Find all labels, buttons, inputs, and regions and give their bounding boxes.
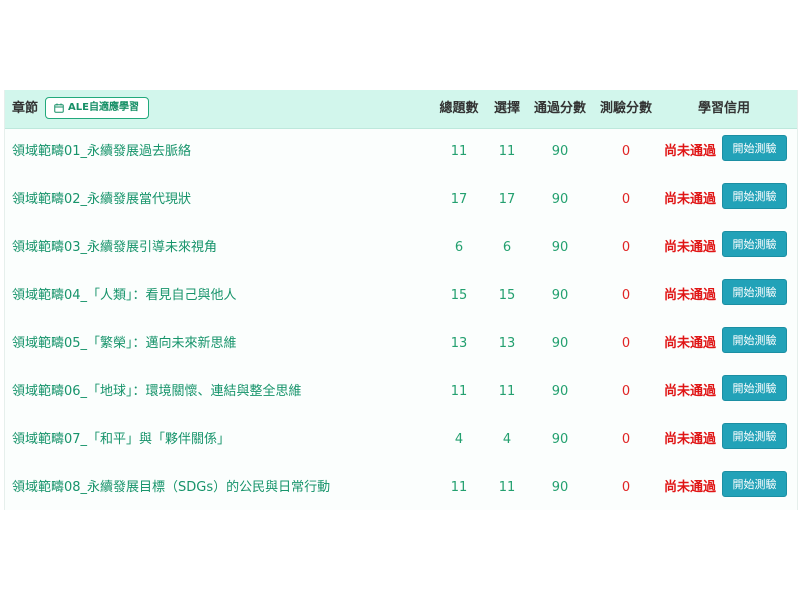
start-test-button[interactable]: 開始測驗: [722, 231, 787, 257]
calendar-icon: [54, 103, 64, 113]
total-questions: 11: [450, 384, 468, 399]
start-test-button[interactable]: 開始測驗: [722, 327, 787, 353]
learning-credit-header: 學習信用: [697, 101, 750, 116]
pass-score: 90: [551, 480, 569, 495]
total-questions: 13: [450, 336, 468, 351]
status-badge: 尚未通過: [663, 384, 716, 399]
select-count: 15: [498, 288, 516, 303]
pass-score: 90: [551, 144, 569, 159]
test-score: 0: [621, 480, 631, 495]
chapter-title-link[interactable]: 領域範疇07_「和平」與「夥伴關係」: [12, 416, 230, 464]
pass-score: 90: [551, 192, 569, 207]
select-header: 選擇: [493, 101, 520, 116]
test-score: 0: [621, 288, 631, 303]
chapter-title-link[interactable]: 領域範疇04_「人類」：看見自己與他人: [12, 272, 237, 320]
chapter-title-link[interactable]: 領域範疇06_「地球」：環境關懷、連結與整全思維: [12, 368, 302, 416]
total-questions: 17: [450, 192, 468, 207]
test-score: 0: [621, 144, 631, 159]
start-test-button[interactable]: 開始測驗: [722, 279, 787, 305]
chapter-column-header: 章節: [12, 101, 39, 116]
start-test-button[interactable]: 開始測驗: [722, 135, 787, 161]
total-questions: 11: [450, 144, 468, 159]
total-questions: 6: [454, 240, 464, 255]
select-count: 11: [498, 144, 516, 159]
table-row: 領域範疇06_「地球」：環境關懷、連結與整全思維 11 11 90 0 尚未通過…: [5, 368, 797, 416]
table-row: 領域範疇07_「和平」與「夥伴關係」 4 4 90 0 尚未通過 開始測驗: [5, 416, 797, 464]
status-badge: 尚未通過: [663, 288, 716, 303]
select-count: 17: [498, 192, 516, 207]
test-score: 0: [621, 384, 631, 399]
start-test-button[interactable]: 開始測驗: [722, 471, 787, 497]
start-test-button[interactable]: 開始測驗: [722, 183, 787, 209]
status-badge: 尚未通過: [663, 240, 716, 255]
ale-adaptive-learning-button[interactable]: ALE自適應學習: [45, 97, 149, 119]
select-count: 4: [502, 432, 512, 447]
chapter-title-link[interactable]: 領域範疇08_永續發展目標（SDGs）的公民與日常行動: [12, 464, 330, 510]
pass-score: 90: [551, 336, 569, 351]
status-badge: 尚未通過: [663, 480, 716, 495]
select-count: 11: [498, 384, 516, 399]
total-questions: 15: [450, 288, 468, 303]
pass-score: 90: [551, 240, 569, 255]
select-count: 13: [498, 336, 516, 351]
status-badge: 尚未通過: [663, 144, 716, 159]
chapter-table: 章節 ALE自適應學習 總題數 選擇 通過分數 測驗分數 學習信用 領域範疇01…: [4, 90, 798, 510]
ale-button-label: ALE自適應學習: [68, 102, 139, 113]
start-test-button[interactable]: 開始測驗: [722, 423, 787, 449]
chapter-title-link[interactable]: 領域範疇03_永續發展引導未來視角: [12, 224, 217, 272]
table-row: 領域範疇02_永續發展當代現狀 17 17 90 0 尚未通過 開始測驗: [5, 176, 797, 224]
test-score: 0: [621, 192, 631, 207]
pass-score-header: 通過分數: [533, 101, 586, 116]
chapter-title-link[interactable]: 領域範疇01_永續發展過去脈絡: [12, 128, 191, 176]
test-score: 0: [621, 432, 631, 447]
start-test-button[interactable]: 開始測驗: [722, 375, 787, 401]
select-count: 11: [498, 480, 516, 495]
status-badge: 尚未通過: [663, 336, 716, 351]
total-questions-header: 總題數: [439, 101, 479, 116]
table-row: 領域範疇03_永續發展引導未來視角 6 6 90 0 尚未通過 開始測驗: [5, 224, 797, 272]
table-row: 領域範疇04_「人類」：看見自己與他人 15 15 90 0 尚未通過 開始測驗: [5, 272, 797, 320]
table-row: 領域範疇05_「繁榮」：邁向未來新思維 13 13 90 0 尚未通過 開始測驗: [5, 320, 797, 368]
test-score-header: 測驗分數: [599, 101, 652, 116]
total-questions: 4: [454, 432, 464, 447]
test-score: 0: [621, 240, 631, 255]
status-badge: 尚未通過: [663, 192, 716, 207]
select-count: 6: [502, 240, 512, 255]
chapter-title-link[interactable]: 領域範疇02_永續發展當代現狀: [12, 176, 191, 224]
test-score: 0: [621, 336, 631, 351]
table-row: 領域範疇01_永續發展過去脈絡 11 11 90 0 尚未通過 開始測驗: [5, 128, 797, 176]
pass-score: 90: [551, 288, 569, 303]
chapter-title-link[interactable]: 領域範疇05_「繁榮」：邁向未來新思維: [12, 320, 237, 368]
total-questions: 11: [450, 480, 468, 495]
table-row: 領域範疇08_永續發展目標（SDGs）的公民與日常行動 11 11 90 0 尚…: [5, 464, 797, 510]
pass-score: 90: [551, 384, 569, 399]
table-header: 章節 ALE自適應學習 總題數 選擇 通過分數 測驗分數 學習信用: [5, 90, 797, 129]
pass-score: 90: [551, 432, 569, 447]
status-badge: 尚未通過: [663, 432, 716, 447]
